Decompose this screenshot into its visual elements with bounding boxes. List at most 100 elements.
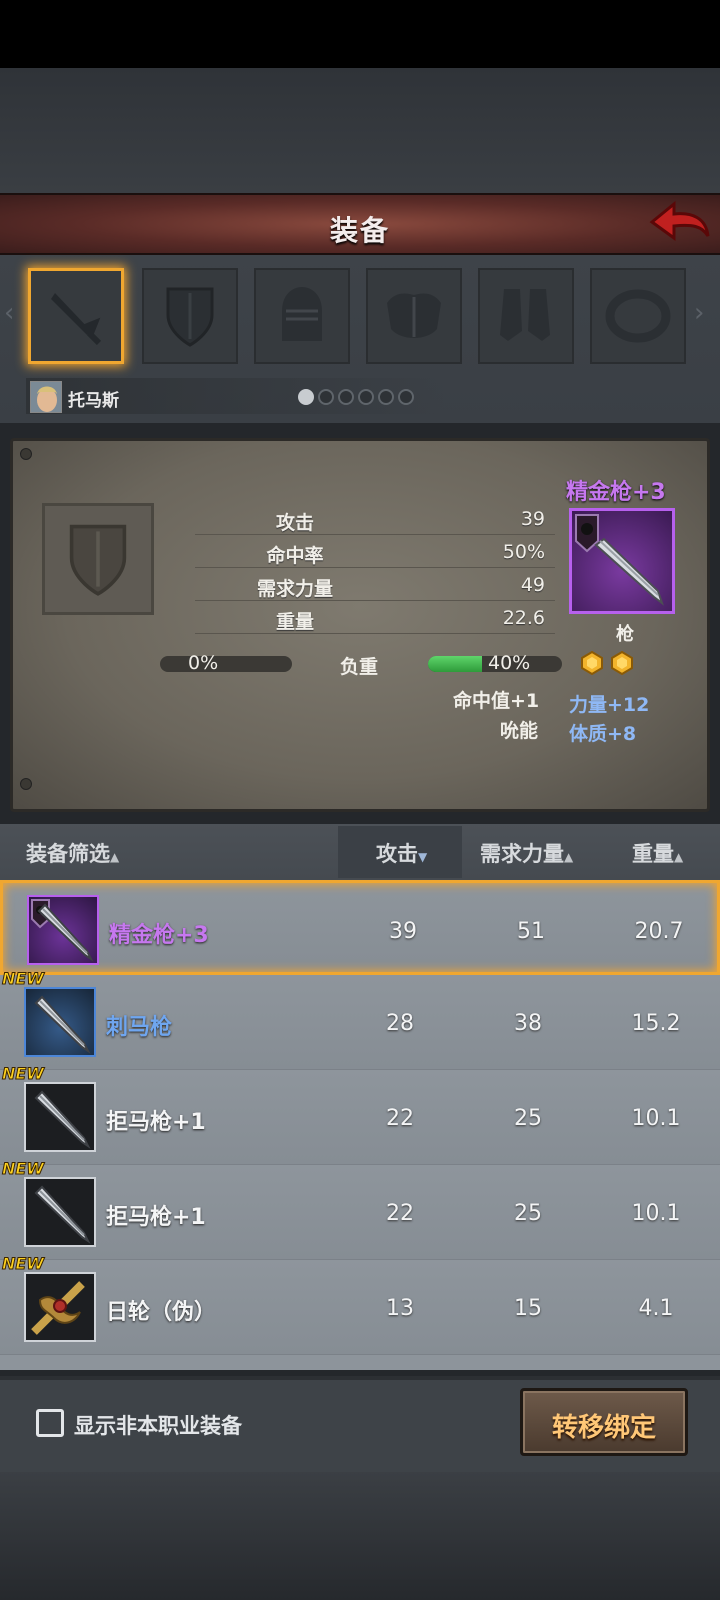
page-indicator <box>298 389 414 405</box>
background-top <box>0 68 720 193</box>
load-bar-current <box>160 656 292 672</box>
page-dot <box>318 389 334 405</box>
item-name: 拒马枪+1 <box>106 1110 206 1135</box>
item-attack: 39 <box>389 919 417 944</box>
transfer-bind-label: 转移绑定 <box>551 1413 656 1443</box>
sort-up-icon: ▲ <box>110 850 120 864</box>
load-current-text: 0% <box>188 652 219 674</box>
item-weight: 4.1 <box>638 1296 674 1321</box>
item-row[interactable]: NEW 拒马枪+1 22 25 10.1 <box>0 1159 720 1260</box>
page-dot <box>298 389 314 405</box>
stat-label: 需求力量 <box>256 578 333 600</box>
gem-icon <box>611 651 633 675</box>
shield-icon <box>69 524 127 596</box>
armor-icon <box>387 293 441 338</box>
stat-label: 攻击 <box>275 512 314 534</box>
item-icon <box>24 987 96 1057</box>
item-name: 刺马枪 <box>106 1015 173 1040</box>
boots-icon <box>500 289 550 341</box>
back-arrow-icon[interactable] <box>646 198 712 248</box>
spear-icon <box>34 995 91 1054</box>
item-row[interactable]: 精金枪+3 39 51 20.7 <box>0 880 720 975</box>
item-attack: 13 <box>386 1296 414 1321</box>
sort-attack-button[interactable]: 攻击▼ <box>376 838 427 868</box>
item-strength: 15 <box>514 1296 542 1321</box>
page-title: 装备 <box>329 214 390 247</box>
sort-weight-label: 重量 <box>632 842 674 866</box>
stat-label: 重量 <box>275 611 314 633</box>
slot-shield[interactable] <box>142 268 238 364</box>
pin-icon <box>20 778 32 790</box>
item-name: 日轮（伪） <box>106 1300 217 1325</box>
page-dot <box>358 389 374 405</box>
ring-icon <box>605 289 671 343</box>
equipped-slot[interactable] <box>42 503 154 615</box>
new-badge: NEW <box>2 969 45 989</box>
item-strength: 25 <box>514 1106 542 1131</box>
spear-icon <box>31 899 94 962</box>
item-weight: 15.2 <box>631 1011 681 1036</box>
page-dot <box>398 389 414 405</box>
item-icon <box>27 895 99 965</box>
stat-value: 39 <box>520 508 545 530</box>
new-badge: NEW <box>2 1064 45 1084</box>
sun-wheel-icon <box>31 1281 85 1335</box>
slot-weapon[interactable] <box>28 268 124 364</box>
item-icon <box>24 1177 96 1247</box>
filter-button[interactable]: 装备筛选▲ <box>26 838 119 868</box>
filter-label: 装备筛选 <box>26 842 110 866</box>
item-icon <box>24 1272 96 1342</box>
stat-value: 22.6 <box>502 607 545 629</box>
spear-icon <box>575 514 664 606</box>
avatar[interactable] <box>30 381 62 413</box>
sword-icon <box>51 293 102 346</box>
header-bar: 装备 <box>0 193 720 255</box>
item-weight: 20.7 <box>634 919 684 944</box>
character-name: 托马斯 <box>68 391 119 411</box>
item-strength: 51 <box>517 919 545 944</box>
item-icon[interactable] <box>569 508 675 614</box>
scroll-right-icon[interactable]: › <box>694 298 704 328</box>
checkbox-label: 显示非本职业装备 <box>74 1414 242 1438</box>
status-bar-area <box>0 0 720 68</box>
item-attack: 28 <box>386 1011 414 1036</box>
stat-row-hit-rate: 命中率 50% <box>195 536 555 568</box>
item-list[interactable]: 精金枪+3 39 51 20.7 NEW 刺马枪 28 38 15.2 NEW 拒马枪+1 22 2… <box>0 880 720 1370</box>
item-attack: 22 <box>386 1201 414 1226</box>
background-bottom <box>0 1472 720 1600</box>
item-name: 精金枪+3 <box>109 923 209 948</box>
transfer-bind-button[interactable]: 转移绑定 <box>520 1388 688 1456</box>
spear-icon <box>34 1185 91 1244</box>
slot-armor[interactable] <box>366 268 462 364</box>
helmet-icon <box>282 287 322 341</box>
scroll-left-icon[interactable]: ‹ <box>4 298 14 328</box>
bonus-constitution: 体质+8 <box>569 723 637 745</box>
bonus-drain: 吮能 <box>500 720 539 742</box>
slot-ring[interactable] <box>590 268 686 364</box>
page-dot <box>378 389 394 405</box>
stat-row-strength: 需求力量 49 <box>195 569 555 601</box>
sort-weight-button[interactable]: 重量▲ <box>632 838 683 868</box>
item-weight: 10.1 <box>631 1201 681 1226</box>
pin-icon <box>20 448 32 460</box>
sort-up-icon: ▲ <box>564 850 574 864</box>
item-icon <box>24 1082 96 1152</box>
sort-attack-label: 攻击 <box>376 842 418 866</box>
item-row[interactable]: NEW 刺马枪 28 38 15.2 <box>0 969 720 1070</box>
page-dot <box>338 389 354 405</box>
stat-value: 50% <box>502 541 545 563</box>
bonus-strength: 力量+12 <box>569 694 650 716</box>
slot-boots[interactable] <box>478 268 574 364</box>
sort-strength-button[interactable]: 需求力量▲ <box>480 838 573 868</box>
stat-row-weight: 重量 22.6 <box>195 602 555 634</box>
slot-helmet[interactable] <box>254 268 350 364</box>
show-other-class-checkbox[interactable] <box>36 1409 64 1437</box>
item-type: 枪 <box>616 624 634 645</box>
stat-value: 49 <box>520 574 545 596</box>
load-label: 负重 <box>340 656 379 678</box>
item-strength: 38 <box>514 1011 542 1036</box>
item-row[interactable]: NEW 日轮（伪） 13 15 4.1 <box>0 1254 720 1355</box>
new-badge: NEW <box>2 1159 45 1179</box>
item-row[interactable]: NEW 拒马枪+1 22 25 10.1 <box>0 1064 720 1165</box>
spear-icon <box>34 1090 91 1149</box>
